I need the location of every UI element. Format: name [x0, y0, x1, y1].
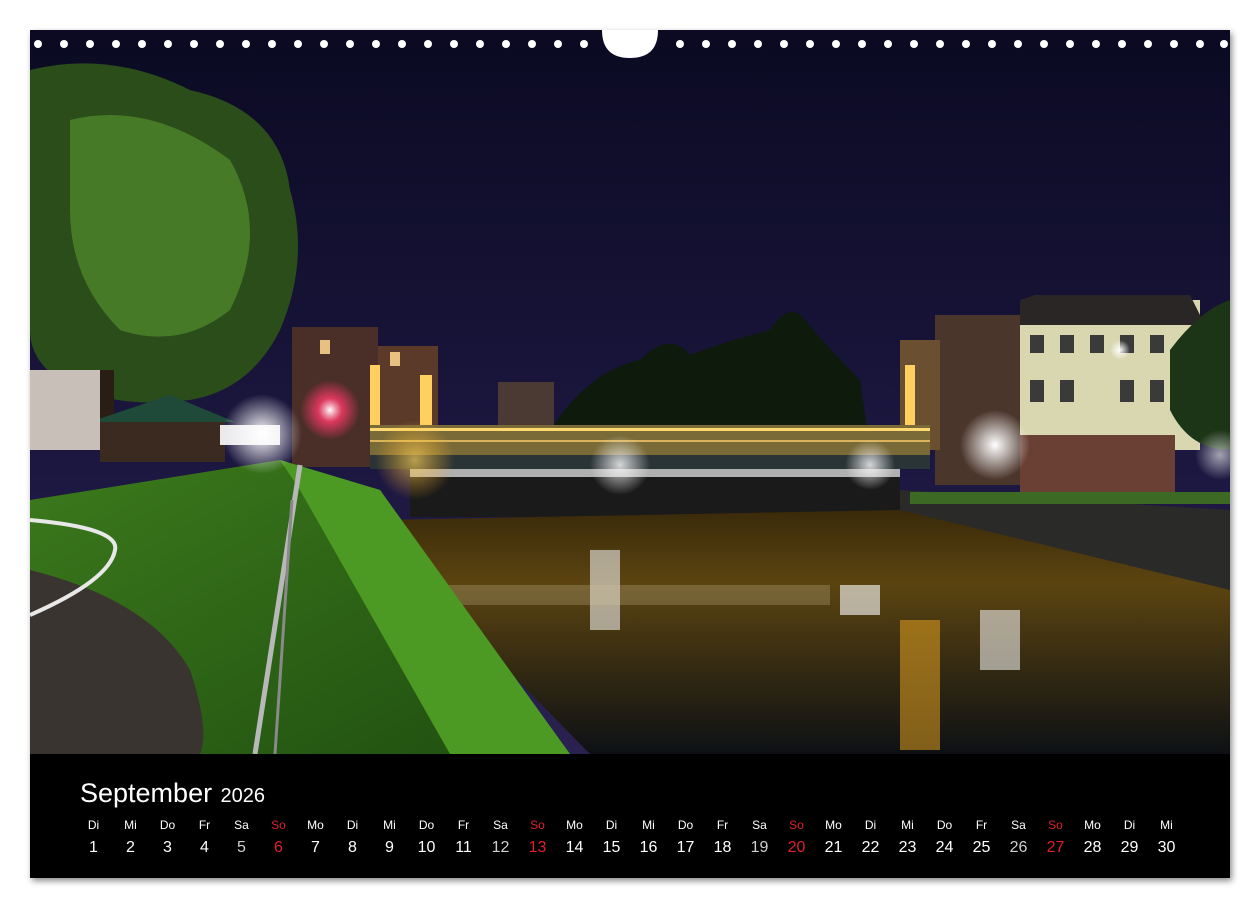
day-number: 16 [639, 839, 658, 856]
day-cell: Do 3 [149, 816, 186, 857]
day-of-week: Mi [901, 818, 914, 832]
day-of-week: Di [87, 818, 100, 832]
day-cell: Di 15 [593, 816, 630, 857]
day-cell: Sa 26 [1000, 816, 1037, 857]
day-number: 23 [898, 839, 917, 856]
day-cell: Do 10 [408, 816, 445, 857]
day-number: 18 [713, 839, 732, 856]
day-cell: Mo 21 [815, 816, 852, 857]
day-of-week: Di [1123, 818, 1136, 832]
days-row: Di 1 Mi 2 Do 3 Fr 4 Sa 5 So 6 Mo 7 Di 8 Mi 9 Do 10 Fr 11 Sa 12 S… [75, 816, 1185, 866]
day-cell: Mo 28 [1074, 816, 1111, 857]
day-cell: Mi 23 [889, 816, 926, 857]
day-of-week: Do [936, 818, 953, 832]
day-of-week: Di [346, 818, 359, 832]
day-of-week: Do [159, 818, 176, 832]
day-of-week: Sa [1011, 818, 1026, 832]
day-of-week: Mo [307, 818, 324, 832]
day-of-week: So [1048, 818, 1063, 832]
day-cell: Mi 2 [112, 816, 149, 857]
day-cell: So 6 [260, 816, 297, 857]
day-cell: So 20 [778, 816, 815, 857]
day-number: 9 [385, 839, 394, 856]
day-cell: Do 17 [667, 816, 704, 857]
day-of-week: Fr [975, 818, 988, 832]
spiral-binding-holes [34, 30, 1228, 58]
day-cell: Fr 25 [963, 816, 1000, 857]
day-number: 10 [417, 839, 436, 856]
day-number: 2 [126, 839, 135, 856]
day-cell: Sa 19 [741, 816, 778, 857]
day-cell: Fr 18 [704, 816, 741, 857]
day-of-week: So [530, 818, 545, 832]
day-of-week: Sa [493, 818, 508, 832]
day-cell: Di 8 [334, 816, 371, 857]
day-cell: Mo 14 [556, 816, 593, 857]
night-canal-photo [30, 30, 1230, 754]
day-of-week: Sa [752, 818, 767, 832]
day-number: 15 [602, 839, 621, 856]
day-of-week: Mo [1084, 818, 1101, 832]
year: 2026 [220, 785, 266, 807]
day-cell: Fr 4 [186, 816, 223, 857]
month-title: September 2026 [80, 778, 265, 809]
day-number: 29 [1120, 839, 1139, 856]
day-of-week: Fr [457, 818, 470, 832]
day-of-week: Mi [383, 818, 396, 832]
day-of-week: Do [418, 818, 435, 832]
day-number: 3 [163, 839, 172, 856]
day-cell: Mi 16 [630, 816, 667, 857]
day-of-week: So [271, 818, 286, 832]
calendar-page: September 2026 Di 1 Mi 2 Do 3 Fr 4 Sa 5 So 6 Mo 7 Di 8 M… [30, 30, 1230, 878]
day-number: 21 [824, 839, 843, 856]
day-number: 4 [200, 839, 209, 856]
day-number: 13 [528, 839, 547, 856]
day-number: 5 [237, 839, 246, 856]
day-cell: Di 22 [852, 816, 889, 857]
day-number: 26 [1009, 839, 1028, 856]
day-of-week: So [789, 818, 804, 832]
day-number: 25 [972, 839, 991, 856]
day-number: 30 [1157, 839, 1176, 856]
day-number: 12 [491, 839, 510, 856]
day-number: 27 [1046, 839, 1065, 856]
calendar-strip: September 2026 Di 1 Mi 2 Do 3 Fr 4 Sa 5 So 6 Mo 7 Di 8 M… [30, 754, 1230, 878]
day-of-week: Fr [198, 818, 211, 832]
day-cell: So 27 [1037, 816, 1074, 857]
day-cell: Mi 30 [1148, 816, 1185, 857]
day-number: 14 [565, 839, 584, 856]
day-number: 28 [1083, 839, 1102, 856]
day-number: 24 [935, 839, 954, 856]
day-number: 19 [750, 839, 769, 856]
day-number: 22 [861, 839, 880, 856]
day-number: 8 [348, 839, 357, 856]
month-name: September [80, 778, 213, 808]
day-cell: Sa 5 [223, 816, 260, 857]
day-cell: Do 24 [926, 816, 963, 857]
day-of-week: Mi [124, 818, 137, 832]
day-of-week: Do [677, 818, 694, 832]
day-of-week: Di [864, 818, 877, 832]
day-cell: Mi 9 [371, 816, 408, 857]
day-of-week: Mi [642, 818, 655, 832]
day-of-week: Mo [566, 818, 583, 832]
day-of-week: Fr [716, 818, 729, 832]
day-cell: Sa 12 [482, 816, 519, 857]
day-cell: Mo 7 [297, 816, 334, 857]
day-cell: So 13 [519, 816, 556, 857]
day-of-week: Mo [825, 818, 842, 832]
day-number: 11 [455, 839, 472, 856]
day-number: 17 [676, 839, 695, 856]
day-cell: Di 29 [1111, 816, 1148, 857]
day-of-week: Sa [234, 818, 249, 832]
day-number: 20 [787, 839, 806, 856]
day-cell: Di 1 [75, 816, 112, 857]
day-of-week: Di [605, 818, 618, 832]
day-number: 7 [311, 839, 320, 856]
day-number: 1 [89, 839, 98, 856]
day-number: 6 [274, 839, 283, 856]
day-cell: Fr 11 [445, 816, 482, 857]
day-of-week: Mi [1160, 818, 1173, 832]
